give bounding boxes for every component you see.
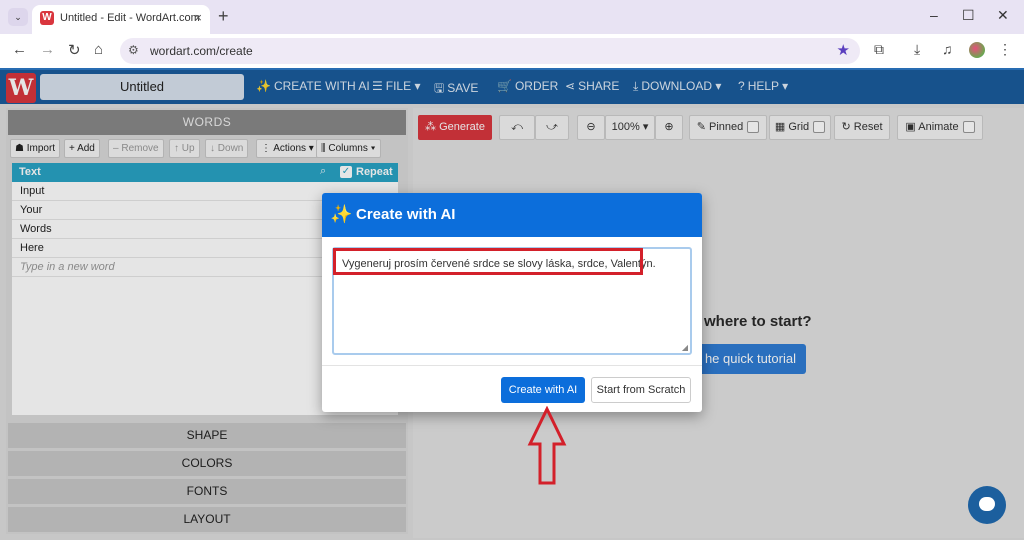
url-text[interactable]: wordart.com/create — [150, 44, 253, 58]
sparkles-icon: ✨ — [330, 204, 353, 224]
forward-icon[interactable]: → — [40, 41, 55, 58]
tab-title: Untitled - Edit - WordArt.com — [60, 12, 200, 24]
dialog-header: ✨ Create with AI — [322, 193, 702, 237]
maximize-icon[interactable]: ☐ — [962, 7, 975, 24]
tune-icon[interactable]: ⚙ — [128, 43, 139, 57]
create-with-ai-button[interactable]: Create with AI — [501, 377, 585, 403]
start-from-scratch-button[interactable]: Start from Scratch — [591, 377, 691, 403]
wordart-favicon-icon: W — [40, 11, 54, 25]
star-icon[interactable]: ★ — [837, 41, 850, 59]
close-window-icon[interactable]: ✕ — [997, 7, 1009, 24]
minimize-icon[interactable]: – — [930, 7, 938, 23]
chat-support-icon[interactable] — [968, 486, 1006, 524]
browser-tab-bar: ⌄ W Untitled - Edit - WordArt.com × + – … — [0, 0, 1024, 34]
create-with-ai-dialog: ✨ Create with AI Vygeneruj prosím červen… — [322, 193, 702, 412]
home-icon[interactable]: ⌂ — [94, 41, 103, 58]
profile-avatar[interactable] — [969, 42, 985, 58]
tab-close-icon[interactable]: × — [194, 10, 202, 25]
resize-handle-icon[interactable]: ◢ — [682, 343, 688, 352]
omnibox[interactable]: ⚙ wordart.com/create ★ — [120, 38, 860, 64]
more-icon[interactable]: ⋮ — [998, 41, 1012, 58]
tab-search-dropdown-icon[interactable]: ⌄ — [8, 8, 28, 26]
reload-icon[interactable]: ↻ — [68, 41, 81, 59]
dialog-title: Create with AI — [356, 206, 456, 223]
download-icon[interactable]: ⤓ — [914, 41, 920, 58]
browser-tab[interactable]: W Untitled - Edit - WordArt.com × — [32, 5, 210, 34]
up-arrow-annotation-icon — [527, 406, 567, 485]
new-tab-button[interactable]: + — [218, 6, 229, 27]
media-icon[interactable]: ♫ — [942, 41, 953, 57]
extensions-icon[interactable]: ⧉ — [874, 41, 884, 58]
browser-address-bar: ← → ↻ ⌂ ⚙ wordart.com/create ★ ⧉ ⤓ ♫ ⋮ — [0, 34, 1024, 68]
highlight-annotation-box — [333, 248, 643, 275]
dialog-divider — [322, 365, 702, 366]
back-icon[interactable]: ← — [12, 41, 27, 58]
